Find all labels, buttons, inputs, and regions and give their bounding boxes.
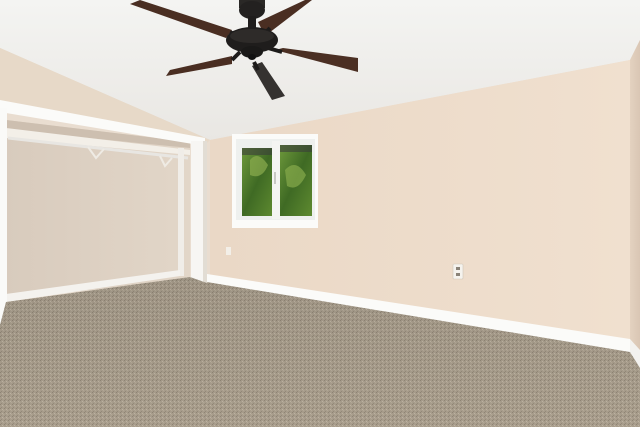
small-outlet xyxy=(226,247,231,255)
window-sill xyxy=(232,220,318,228)
corner-pipe xyxy=(178,148,184,276)
electrical-outlet xyxy=(452,263,464,280)
right-wall xyxy=(630,40,640,368)
room-scene xyxy=(0,0,640,427)
window xyxy=(232,134,318,228)
open-closet xyxy=(6,120,190,302)
